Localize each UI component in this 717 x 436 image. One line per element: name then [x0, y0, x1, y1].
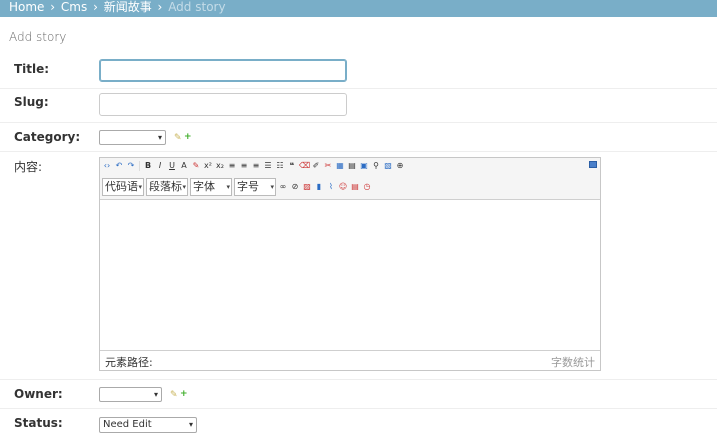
clear-format-icon[interactable]: ⌫	[299, 161, 310, 171]
owner-select[interactable]: ▾	[99, 387, 162, 402]
paste-icon[interactable]: ✂	[323, 161, 333, 171]
status-row: Status: Need Edit ▾	[0, 409, 717, 436]
italic-icon[interactable]: I	[155, 161, 165, 171]
owner-row: Owner: ▾ ✎ +	[0, 380, 717, 409]
category-label: Category:	[14, 130, 81, 144]
editor-toolbar-row: 代码语 ▾ 段落标 ▾ 字体 ▾ 字号 ▾ ∞ ⊘ ▨ ▮ ⌇ ☺ ▤ ◷	[102, 178, 372, 196]
subscript-icon[interactable]: x₂	[215, 161, 225, 171]
ordered-list-icon[interactable]: ☰	[263, 161, 273, 171]
emoticon-icon[interactable]: ☺	[338, 182, 348, 192]
combo-label: 段落标	[149, 180, 182, 193]
category-row: Category: ▾ ✎ +	[0, 123, 717, 152]
underline-icon[interactable]: U	[167, 161, 177, 171]
time-icon[interactable]: ◷	[362, 182, 372, 192]
pencil-icon[interactable]: ✎	[174, 133, 182, 143]
print-icon[interactable]: ▧	[383, 161, 393, 171]
editor-toolbar-row: ‹› ↶ ↷ B I U A ✎ x² x₂ ≡ ≡ ≡ ☰ ☷ ❝ ⌫ ✐ ✂…	[102, 161, 405, 173]
link-icon[interactable]: ∞	[278, 182, 288, 192]
source-icon[interactable]: ‹›	[102, 161, 112, 171]
align-center-icon[interactable]: ≡	[239, 161, 249, 171]
title-input[interactable]	[99, 59, 347, 82]
title-row: Title:	[0, 55, 717, 89]
editor-toolbar: ‹› ↶ ↷ B I U A ✎ x² x₂ ≡ ≡ ≡ ☰ ☷ ❝ ⌫ ✐ ✂…	[100, 158, 600, 200]
plus-icon[interactable]: +	[184, 132, 192, 142]
combo-label: 代码语	[105, 180, 138, 193]
breadcrumb-separator: ›	[50, 0, 56, 14]
breadcrumb-separator: ›	[93, 0, 98, 14]
plus-icon[interactable]: +	[180, 389, 188, 399]
chevron-down-icon: ▾	[157, 133, 162, 142]
zoom-icon[interactable]: ⊕	[395, 161, 405, 171]
paragraph-format-combo[interactable]: 段落标 ▾	[146, 178, 188, 196]
chevron-down-icon: ▾	[226, 183, 230, 191]
chevron-down-icon: ▾	[188, 420, 193, 429]
superscript-icon[interactable]: x²	[203, 161, 213, 171]
date-icon[interactable]: ▤	[350, 182, 360, 192]
word-count-label: 字数统计	[551, 356, 595, 369]
slug-label: Slug:	[14, 95, 49, 109]
table-icon[interactable]: ▦	[335, 161, 345, 171]
slug-row: Slug:	[0, 89, 717, 123]
toolbar-divider	[139, 161, 140, 171]
breadcrumb: Home › Cms › 新闻故事 › Add story	[0, 0, 717, 17]
chevron-down-icon: ▾	[270, 183, 274, 191]
editor-statusbar: 元素路径: 字数统计	[100, 350, 600, 370]
blockquote-icon[interactable]: ❝	[287, 161, 297, 171]
unlink-icon[interactable]: ⊘	[290, 182, 300, 192]
category-select[interactable]: ▾	[99, 130, 166, 145]
breadcrumb-app-link[interactable]: Cms	[61, 0, 87, 14]
editor-content-area[interactable]	[100, 200, 600, 351]
chevron-down-icon: ▾	[182, 183, 186, 191]
rich-text-editor: ‹› ↶ ↷ B I U A ✎ x² x₂ ≡ ≡ ≡ ☰ ☷ ❝ ⌫ ✐ ✂…	[99, 157, 601, 371]
search-replace-icon[interactable]: ⚲	[371, 161, 381, 171]
slug-input[interactable]	[99, 93, 347, 116]
preview-icon[interactable]: ▣	[359, 161, 369, 171]
chevron-down-icon: ▾	[153, 390, 158, 399]
align-right-icon[interactable]: ≡	[251, 161, 261, 171]
page-title: Add story	[9, 30, 67, 44]
attachment-icon[interactable]: ⌇	[326, 182, 336, 192]
template-icon[interactable]: ▤	[347, 161, 357, 171]
font-color-icon[interactable]: A	[179, 161, 189, 171]
font-size-combo[interactable]: 字号 ▾	[234, 178, 276, 196]
bold-icon[interactable]: B	[143, 161, 153, 171]
status-select[interactable]: Need Edit ▾	[99, 417, 197, 433]
title-label: Title:	[14, 62, 50, 76]
unordered-list-icon[interactable]: ☷	[275, 161, 285, 171]
breadcrumb-separator: ›	[157, 0, 163, 14]
combo-label: 字体	[193, 180, 215, 193]
breadcrumb-model-link[interactable]: 新闻故事	[104, 0, 152, 14]
redo-icon[interactable]: ↷	[126, 161, 136, 171]
video-icon[interactable]: ▮	[314, 182, 324, 192]
combo-label: 字号	[237, 180, 259, 193]
breadcrumb-home-link[interactable]: Home	[9, 0, 44, 14]
content-label: 内容:	[14, 160, 43, 174]
chevron-down-icon: ▾	[138, 183, 142, 191]
image-icon[interactable]: ▨	[302, 182, 312, 192]
font-family-combo[interactable]: 字体 ▾	[190, 178, 232, 196]
status-label: Status:	[14, 416, 63, 430]
background-color-icon[interactable]: ✎	[191, 161, 201, 171]
breadcrumb-current: Add story	[168, 0, 226, 14]
fullscreen-icon[interactable]	[589, 161, 597, 168]
align-left-icon[interactable]: ≡	[227, 161, 237, 171]
code-language-combo[interactable]: 代码语 ▾	[102, 178, 144, 196]
pencil-icon[interactable]: ✎	[170, 390, 178, 400]
undo-icon[interactable]: ↶	[114, 161, 124, 171]
format-painter-icon[interactable]: ✐	[311, 161, 321, 171]
element-path-label: 元素路径:	[105, 356, 153, 369]
status-selected: Need Edit	[103, 419, 152, 430]
owner-label: Owner:	[14, 387, 63, 401]
